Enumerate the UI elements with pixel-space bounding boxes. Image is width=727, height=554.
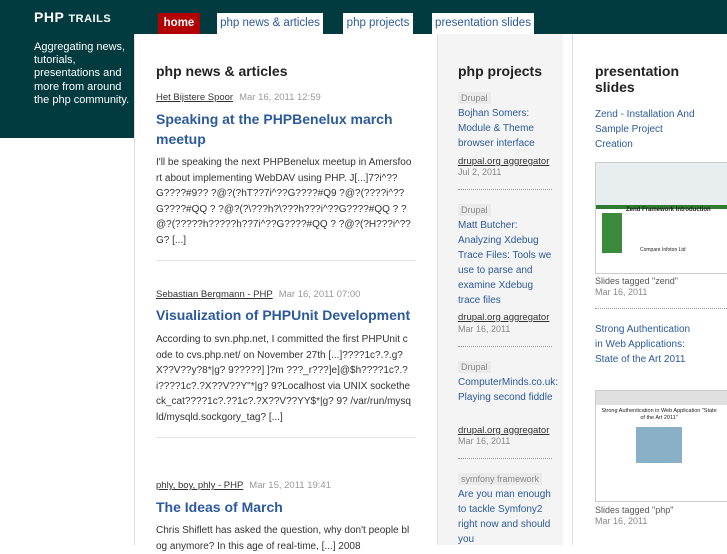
column-divider xyxy=(437,34,438,545)
project-source-link[interactable]: drupal.org aggregator xyxy=(458,425,549,436)
column-divider xyxy=(572,34,573,545)
article-body: I'll be speaking the next PHPBenelux mee… xyxy=(156,157,412,246)
tab-home[interactable]: home xyxy=(158,13,200,34)
logo-main: PHP xyxy=(34,9,69,25)
project-date: Mar 16, 2011 xyxy=(458,324,511,334)
slide-thumbnail[interactable]: Zend Framework Introduction Compare Info… xyxy=(595,162,727,274)
projects-heading: php projects xyxy=(458,63,543,79)
article-body: Chris Shiflett has asked the question, w… xyxy=(156,525,410,552)
logo-small: TRAILS xyxy=(68,13,112,25)
project-title-link[interactable]: Matt Butcher: Analyzing Xdebug Trace Fil… xyxy=(458,218,558,308)
article-body: According to svn.php.net, I committed th… xyxy=(156,334,411,423)
project-source-link[interactable]: drupal.org aggregator xyxy=(458,312,549,323)
project-title-link[interactable]: ComputerMinds.co.uk: Playing second fidd… xyxy=(458,375,558,405)
brand-panel: PHP TRAILS Aggregating news, tutorials, … xyxy=(0,0,134,138)
project-divider xyxy=(458,189,552,190)
slide-title-link[interactable]: Strong Authentication in Web Application… xyxy=(595,322,695,367)
slide-caption: Slides tagged "zend" xyxy=(595,276,678,286)
slide-caption: Slides tagged "php" xyxy=(595,505,674,515)
article-divider xyxy=(156,437,416,438)
thumb-title: Strong Authentication in Web Application… xyxy=(601,408,717,421)
thumb-title: Zend Framework Introduction xyxy=(626,207,711,213)
slides-heading: presentation slides xyxy=(595,63,680,95)
tab-presentation-slides[interactable]: presentation slides xyxy=(432,13,534,34)
thumb-graphic xyxy=(602,213,622,253)
article-source-link[interactable]: phly, boy, phly - PHP xyxy=(156,480,243,491)
project-date: Mar 16, 2011 xyxy=(458,436,511,446)
project-category-tag[interactable]: Drupal xyxy=(458,361,491,373)
article-source-link[interactable]: Sebastian Bergmann - PHP xyxy=(156,289,273,300)
news-heading: php news & articles xyxy=(156,63,288,79)
project-source-link[interactable]: drupal.org aggregator xyxy=(458,156,549,167)
article-date: Mar 16, 2011 12:59 xyxy=(239,92,321,103)
column-divider xyxy=(134,34,135,545)
slide-date: Mar 16, 2011 xyxy=(595,287,648,297)
project-category-tag[interactable]: Drupal xyxy=(458,92,491,104)
article-title-link[interactable]: Speaking at the PHPBenelux march meetup xyxy=(156,109,406,149)
thumb-header xyxy=(596,391,727,405)
slide-divider xyxy=(595,308,727,309)
project-date: Jul 2, 2011 xyxy=(458,167,502,177)
article-meta: Sebastian Bergmann - PHP Mar 16, 2011 07:… xyxy=(156,289,360,300)
thumb-header xyxy=(596,163,727,205)
article-divider xyxy=(156,260,416,261)
slide-date: Mar 16, 2011 xyxy=(595,516,648,526)
project-divider xyxy=(458,346,552,347)
slide-thumbnail[interactable]: Strong Authentication in Web Application… xyxy=(595,390,727,502)
article-date: Mar 15, 2011 19:41 xyxy=(249,480,331,491)
thumb-photo xyxy=(636,427,682,463)
project-category-tag[interactable]: symfony framework xyxy=(458,473,543,485)
article-date: Mar 16, 2011 07:00 xyxy=(278,289,361,300)
article-title-link[interactable]: Visualization of PHPUnit Development xyxy=(156,305,416,325)
tab-php-news[interactable]: php news & articles xyxy=(217,13,323,34)
thumb-subtitle: Compare Infoton Ltd xyxy=(640,247,686,253)
tab-php-projects[interactable]: php projects xyxy=(343,13,413,34)
article-meta: Het Bijstere Spoor Mar 16, 2011 12:59 xyxy=(156,92,321,103)
project-divider xyxy=(458,458,552,459)
site-description: Aggregating news, tutorials, presentatio… xyxy=(34,41,130,106)
site-logo[interactable]: PHP TRAILS xyxy=(34,9,111,25)
article-title-link[interactable]: The Ideas of March xyxy=(156,497,416,517)
article-source-link[interactable]: Het Bijstere Spoor xyxy=(156,92,233,103)
article-meta: phly, boy, phly - PHP Mar 15, 2011 19:41 xyxy=(156,480,331,491)
project-title-link[interactable]: Bojhan Somers: Module & Theme browser in… xyxy=(458,106,558,151)
project-category-tag[interactable]: Drupal xyxy=(458,204,491,216)
slide-title-link[interactable]: Zend - Installation And Sample Project C… xyxy=(595,107,700,152)
project-title-link[interactable]: Are you man enough to tackle Symfony2 ri… xyxy=(458,487,558,547)
